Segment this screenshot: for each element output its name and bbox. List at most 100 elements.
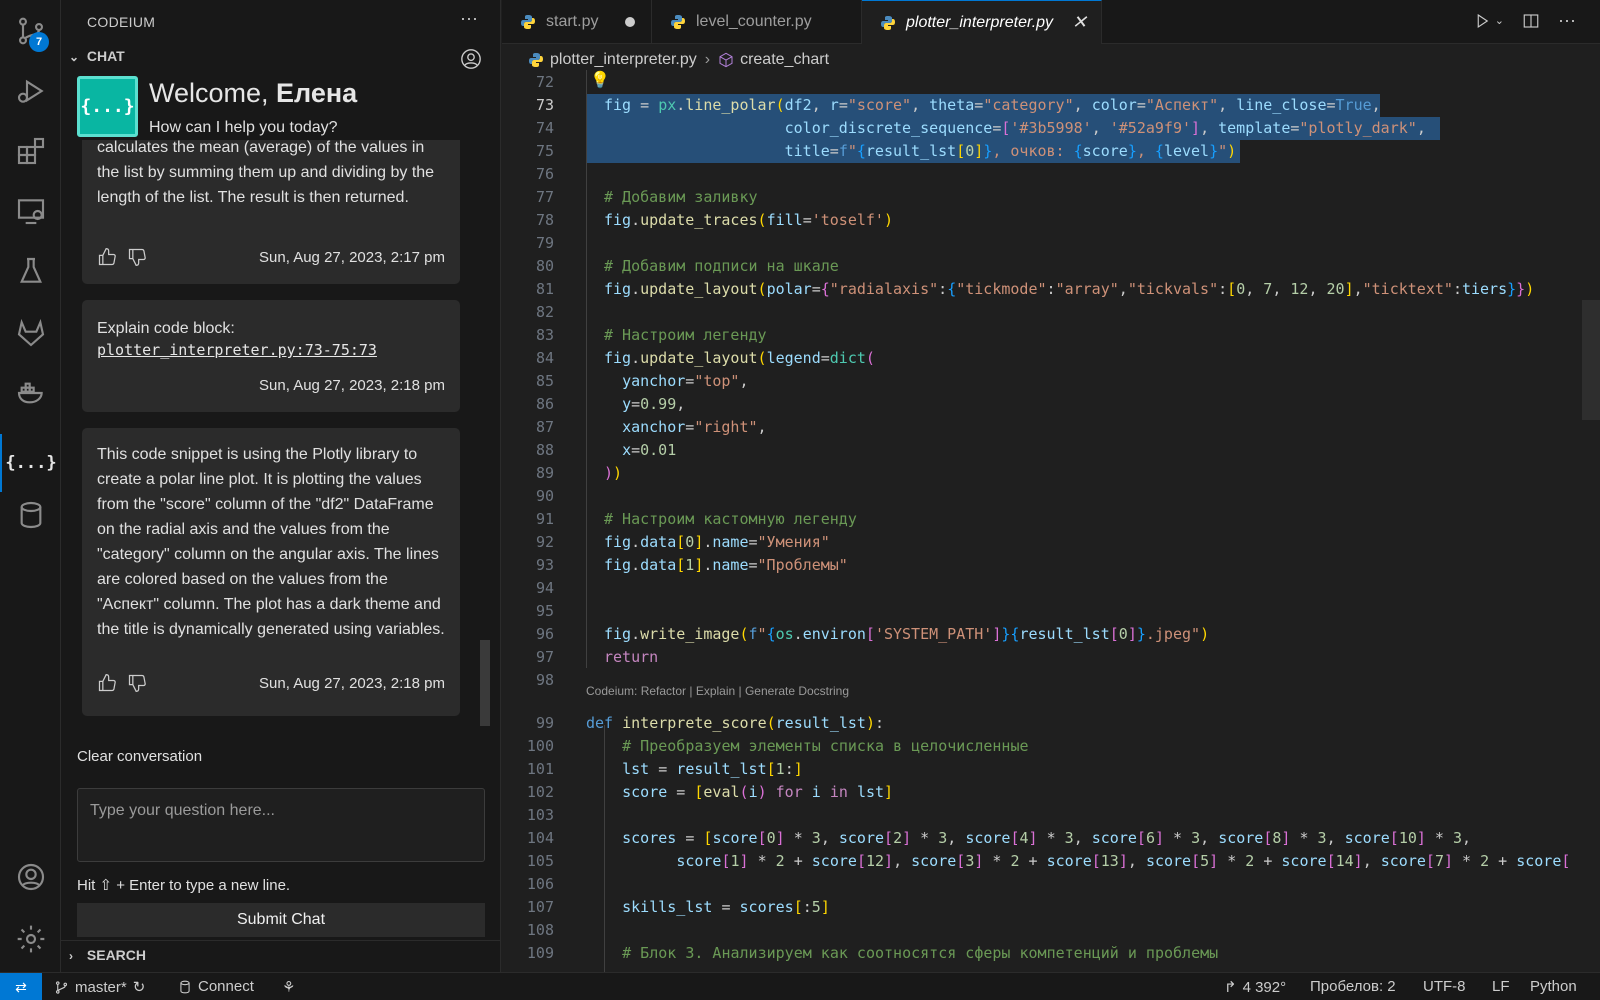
code-line[interactable]: 101 lst = result_lst[1:]	[502, 758, 1600, 781]
settings-gear-icon[interactable]	[12, 920, 50, 958]
language-mode[interactable]: Python	[1530, 978, 1577, 995]
testing-flask-icon[interactable]	[12, 252, 50, 290]
code-line[interactable]: 95	[502, 600, 1600, 623]
code-line[interactable]: 90	[502, 485, 1600, 508]
codeium-icon[interactable]: {...}	[5, 444, 56, 482]
code-line[interactable]: 75 title=f"{result_lst[0]}, очков: {scor…	[502, 140, 1600, 163]
connect-status[interactable]: Connect	[178, 978, 254, 995]
account-icon[interactable]	[12, 858, 50, 896]
submit-chat-button[interactable]: Submit Chat	[77, 903, 485, 937]
thumbs-up-icon[interactable]	[97, 673, 117, 693]
thumbs-up-icon[interactable]	[97, 247, 117, 267]
indentation-status[interactable]: Пробелов: 2	[1310, 978, 1396, 995]
search-section-header[interactable]: › SEARCH	[69, 947, 146, 963]
code-line[interactable]: 79	[502, 232, 1600, 255]
code-text: fig.write_image(f"{os.environ['SYSTEM_PA…	[604, 625, 1210, 643]
code-text: x=0.01	[622, 441, 677, 459]
message-footer: Sun, Aug 27, 2023, 2:17 pm	[97, 246, 445, 268]
chat-history[interactable]: calculates the mean (average) of the val…	[61, 140, 500, 730]
code-line[interactable]: 93 fig.data[1].name="Проблемы"	[502, 554, 1600, 577]
chevron-down-icon[interactable]: ⌄	[1495, 14, 1504, 27]
code-line[interactable]: 89))	[502, 462, 1600, 485]
branch-status[interactable]: master* ↻	[54, 978, 145, 996]
chat-message: This code snippet is using the Plotly li…	[82, 428, 460, 716]
line-number: 89	[535, 464, 554, 482]
line-number: 74	[535, 119, 554, 137]
code-line[interactable]: 106	[502, 873, 1600, 896]
code-line[interactable]: 109 # Блок 3. Анализируем как соотносятс…	[502, 942, 1600, 965]
thumbs-down-icon[interactable]	[127, 673, 147, 693]
code-line[interactable]: 107 skills_lst = scores[:5]	[502, 896, 1600, 919]
more-actions-icon[interactable]: ···	[1558, 10, 1576, 31]
code-line[interactable]: 85 yanchor="top",	[502, 370, 1600, 393]
code-line[interactable]: 108	[502, 919, 1600, 942]
code-line[interactable]: 73 fig = px.line_polar(df2, r="score", th…	[502, 94, 1600, 117]
code-line[interactable]: 72	[502, 71, 1600, 94]
code-line[interactable]: 104 scores = [score[0] * 3, score[2] * 3…	[502, 827, 1600, 850]
sync-icon[interactable]: ↻	[133, 978, 146, 996]
message-footer: Sun, Aug 27, 2023, 2:18 pm	[97, 374, 445, 396]
code-line[interactable]: 82	[502, 301, 1600, 324]
database-icon[interactable]	[12, 496, 50, 534]
chat-scrollbar[interactable]	[480, 640, 490, 726]
code-block-link[interactable]: plotter_interpreter.py:73-75:73	[97, 341, 445, 359]
editor-scrollbar[interactable]	[1582, 300, 1600, 420]
debug-status-icon[interactable]: ⚘	[282, 978, 295, 996]
code-line[interactable]: 88 x=0.01	[502, 439, 1600, 462]
run-debug-icon[interactable]	[12, 72, 50, 110]
tab-start-py[interactable]: start.py	[502, 0, 652, 44]
line-number: 91	[535, 510, 554, 528]
code-line[interactable]: 96 fig.write_image(f"{os.environ['SYSTEM_…	[502, 623, 1600, 646]
code-editor[interactable]: 💡 Codeium: Refactor | Explain | Generate…	[502, 70, 1600, 972]
remote-indicator-icon[interactable]: ⇄	[0, 973, 42, 1000]
docker-icon[interactable]	[12, 374, 50, 412]
split-editor-icon[interactable]	[1522, 12, 1540, 30]
code-line[interactable]: 81 fig.update_layout(polar={"radialaxis":…	[502, 278, 1600, 301]
code-line[interactable]: 86 y=0.99,	[502, 393, 1600, 416]
code-line[interactable]: 77 # Добавим заливку	[502, 186, 1600, 209]
thumbs-down-icon[interactable]	[127, 247, 147, 267]
encoding-status[interactable]: UTF-8	[1423, 978, 1466, 995]
code-line[interactable]: 87 xanchor="right",	[502, 416, 1600, 439]
line-number: 108	[526, 921, 554, 939]
close-icon[interactable]: ✕	[1072, 12, 1087, 33]
breadcrumb-file[interactable]: plotter_interpreter.py	[550, 51, 697, 69]
code-line[interactable]: 83 # Настроим легенду	[502, 324, 1600, 347]
run-file-icon[interactable]	[1473, 12, 1491, 30]
remote-explorer-icon[interactable]	[12, 192, 50, 230]
eol-status[interactable]: LF	[1492, 978, 1510, 995]
tab-plotter-interpreter-py[interactable]: plotter_interpreter.py ✕	[862, 0, 1102, 44]
code-line[interactable]: 76	[502, 163, 1600, 186]
code-line[interactable]: 100 # Преобразуем элементы списка в цело…	[502, 735, 1600, 758]
code-line[interactable]: 103	[502, 804, 1600, 827]
code-line[interactable]: 74 color_discrete_sequence=['#3b5998', '…	[502, 117, 1600, 140]
gitlab-icon[interactable]	[12, 314, 50, 352]
profile-icon[interactable]	[460, 48, 482, 70]
more-actions-icon[interactable]: ···	[460, 8, 478, 29]
code-line[interactable]: 105 score[1] * 2 + score[12], score[3] *…	[502, 850, 1600, 873]
chat-section-header[interactable]: ⌄ CHAT	[69, 48, 125, 64]
code-line[interactable]: 97 return	[502, 646, 1600, 669]
line-number: 72	[535, 73, 554, 91]
sidebar-title: CODEIUM	[87, 14, 156, 30]
code-line[interactable]: 94	[502, 577, 1600, 600]
chat-question-input[interactable]	[77, 788, 485, 862]
branch-name: master*	[75, 978, 127, 996]
extensions-icon[interactable]	[12, 132, 50, 170]
code-line[interactable]: 99 def interprete_score(result_lst):	[502, 712, 1600, 735]
breadcrumb-symbol[interactable]: create_chart	[740, 51, 829, 69]
unsaved-dot-icon[interactable]	[625, 17, 635, 27]
code-line[interactable]: 102 score = [eval(i) for i in lst]	[502, 781, 1600, 804]
tab-level-counter-py[interactable]: level_counter.py	[652, 0, 862, 44]
git-branch-icon	[55, 980, 68, 994]
python-file-icon	[671, 15, 685, 29]
cursor-position[interactable]: ↱ 4 392°	[1224, 978, 1286, 997]
code-text: fig.data[0].name="Умения"	[604, 533, 830, 551]
code-line[interactable]: 92 fig.data[0].name="Умения"	[502, 531, 1600, 554]
code-line[interactable]: 98	[502, 669, 1600, 692]
clear-conversation-button[interactable]: Clear conversation	[77, 748, 202, 765]
code-line[interactable]: 91 # Настроим кастомную легенду	[502, 508, 1600, 531]
code-line[interactable]: 80 # Добавим подписи на шкале	[502, 255, 1600, 278]
code-line[interactable]: 84 fig.update_layout(legend=dict(	[502, 347, 1600, 370]
code-line[interactable]: 78 fig.update_traces(fill='toself')	[502, 209, 1600, 232]
